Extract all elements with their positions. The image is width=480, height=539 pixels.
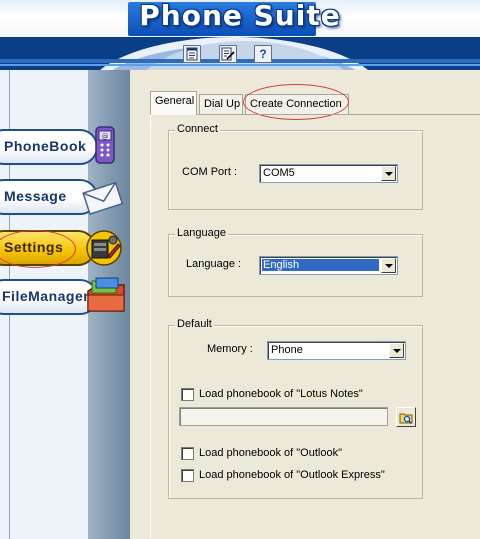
envelope-icon: [82, 181, 124, 216]
tab-general-content: Connect COM Port : COM5 Language Languag…: [150, 114, 480, 539]
outlook-express-checkbox[interactable]: [181, 469, 194, 482]
notepad-icon: [186, 47, 198, 61]
title-bar: Phone Suite: [0, 0, 480, 37]
sidebar-item-phonebook[interactable]: PhoneBook: [0, 129, 98, 165]
browse-button[interactable]: [396, 407, 416, 427]
chevron-down-icon: [381, 166, 396, 181]
memory-label: Memory :: [207, 343, 253, 355]
com-port-label: COM Port :: [182, 166, 238, 178]
tab-dial-up[interactable]: Dial Up: [199, 94, 243, 114]
toolbar-stripe-light: [0, 64, 480, 66]
toolbar: ?: [0, 37, 480, 70]
sidebar-item-label: Settings: [4, 239, 64, 255]
memory-select[interactable]: Phone: [267, 341, 406, 360]
settings-panel: General Dial Up Create Connection Connec…: [130, 70, 480, 539]
tab-general[interactable]: General: [150, 91, 197, 115]
outlook-express-label: Load phonebook of "Outlook Express": [199, 469, 385, 481]
folder-search-icon: [399, 413, 412, 424]
connect-group: Connect COM Port : COM5: [168, 123, 423, 210]
sidebar-item-label: Message: [4, 188, 67, 204]
folder-icon: [87, 277, 125, 312]
phone-suite-window: Phone Suite ? PhoneBook @ Message Settin…: [0, 0, 480, 539]
sidebar-item-label: FileManager: [2, 288, 90, 304]
app-title: Phone Suite: [139, 0, 341, 32]
default-group: Default Memory : Phone Load phonebook of…: [168, 318, 423, 499]
help-button[interactable]: ?: [254, 45, 272, 63]
tools-icon: [86, 230, 122, 266]
edit-document-button[interactable]: [219, 45, 237, 63]
language-value: English: [262, 259, 379, 271]
chevron-down-icon: [389, 343, 404, 358]
svg-text:@: @: [102, 133, 109, 141]
edit-document-icon: [221, 47, 235, 61]
sidebar-item-label: PhoneBook: [4, 138, 87, 154]
connect-group-title: Connect: [175, 123, 220, 135]
sidebar: PhoneBook @ Message Settings FileManager: [0, 70, 130, 539]
outlook-label: Load phonebook of "Outlook": [199, 447, 342, 459]
notepad-button[interactable]: [183, 45, 201, 63]
phone-icon: @: [95, 126, 115, 164]
toolbar-stripe: [0, 59, 480, 63]
com-port-select[interactable]: COM5: [259, 164, 398, 183]
language-group-title: Language: [175, 227, 228, 239]
tab-create-connection[interactable]: Create Connection: [245, 94, 349, 114]
chevron-down-icon: [381, 258, 396, 273]
language-label: Language :: [186, 258, 242, 270]
language-select[interactable]: English: [259, 256, 398, 275]
language-group: Language Language : English: [168, 227, 423, 297]
lotus-path-input[interactable]: [179, 407, 388, 426]
default-group-title: Default: [175, 318, 214, 330]
com-port-value: COM5: [263, 167, 295, 179]
outlook-checkbox[interactable]: [181, 447, 194, 460]
lotus-notes-checkbox[interactable]: [181, 388, 194, 401]
help-icon: ?: [259, 47, 267, 61]
lotus-notes-label: Load phonebook of "Lotus Notes": [199, 388, 363, 400]
memory-value: Phone: [271, 344, 303, 356]
